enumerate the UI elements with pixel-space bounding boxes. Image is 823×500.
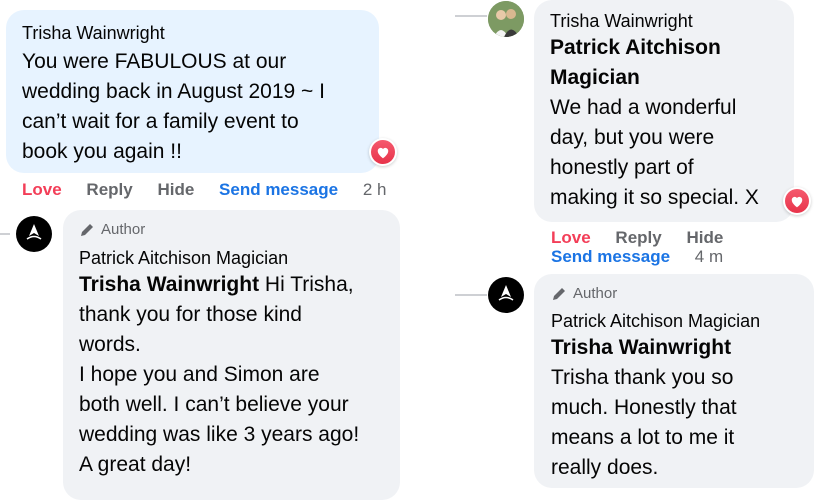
thread-connector bbox=[455, 294, 487, 296]
mention-tag[interactable]: Trisha Wainwright bbox=[551, 333, 797, 363]
comment-author[interactable]: Trisha Wainwright bbox=[22, 22, 363, 44]
timestamp[interactable]: 4 m bbox=[695, 247, 723, 266]
heart-reaction[interactable] bbox=[369, 138, 397, 166]
reply-bubble-left: Author Patrick Aitchison Magician Trisha… bbox=[63, 210, 400, 500]
author-badge-label: Author bbox=[573, 285, 618, 302]
hide-button[interactable]: Hide bbox=[686, 228, 723, 247]
photo-avatar-icon bbox=[488, 1, 524, 37]
comment-bubble-right: Trisha Wainwright Patrick Aitchison Magi… bbox=[534, 0, 794, 222]
comment-text: You were FABULOUS at our wedding back in… bbox=[22, 50, 325, 163]
avatar[interactable] bbox=[488, 277, 524, 313]
thread-connector bbox=[455, 15, 487, 17]
comment-actions-left: Love Reply Hide Send message 2 h bbox=[22, 180, 386, 200]
hide-button[interactable]: Hide bbox=[157, 180, 194, 199]
reply-text-first: Hi Trisha, bbox=[259, 273, 354, 296]
reply-bubble-right: Author Patrick Aitchison Magician Trisha… bbox=[534, 274, 814, 488]
heart-icon bbox=[371, 140, 395, 164]
avatar[interactable] bbox=[488, 1, 524, 37]
comment-author[interactable]: Trisha Wainwright bbox=[550, 10, 778, 32]
author-badge: Author bbox=[79, 220, 384, 240]
comment-text: We had a wonderful day, but you were hon… bbox=[550, 96, 759, 209]
thread-connector bbox=[0, 233, 10, 235]
comment-bubble-left: Trisha Wainwright You were FABULOUS at o… bbox=[6, 10, 379, 173]
magician-logo-icon bbox=[498, 285, 514, 301]
send-message-button[interactable]: Send message bbox=[551, 247, 670, 266]
send-message-button[interactable]: Send message bbox=[219, 180, 338, 199]
author-badge: Author bbox=[551, 284, 797, 304]
reply-button[interactable]: Reply bbox=[86, 180, 132, 199]
mention-tag[interactable]: Patrick Aitchison Magician bbox=[550, 33, 778, 93]
love-button[interactable]: Love bbox=[551, 228, 591, 247]
author-badge-label: Author bbox=[101, 221, 146, 238]
reply-text: Trisha Wainwright Hi Trisha, thank you f… bbox=[79, 270, 384, 480]
comment-actions-right: Love Reply Hide Send message 4 m bbox=[551, 228, 743, 266]
reply-button[interactable]: Reply bbox=[615, 228, 661, 247]
love-button[interactable]: Love bbox=[22, 180, 62, 199]
mention-tag[interactable]: Trisha Wainwright bbox=[79, 273, 259, 296]
heart-icon bbox=[785, 189, 809, 213]
pencil-icon bbox=[553, 288, 565, 300]
heart-reaction[interactable] bbox=[783, 187, 811, 215]
avatar[interactable] bbox=[16, 216, 52, 252]
timestamp[interactable]: 2 h bbox=[363, 180, 387, 199]
pencil-icon bbox=[81, 224, 93, 236]
magician-logo-icon bbox=[26, 224, 42, 240]
reply-author[interactable]: Patrick Aitchison Magician bbox=[79, 247, 384, 269]
reply-author[interactable]: Patrick Aitchison Magician bbox=[551, 310, 797, 332]
reply-text-rest: thank you for those kind words. I hope y… bbox=[79, 303, 360, 476]
reply-text: Trisha thank you so much. Honestly that … bbox=[551, 366, 737, 479]
